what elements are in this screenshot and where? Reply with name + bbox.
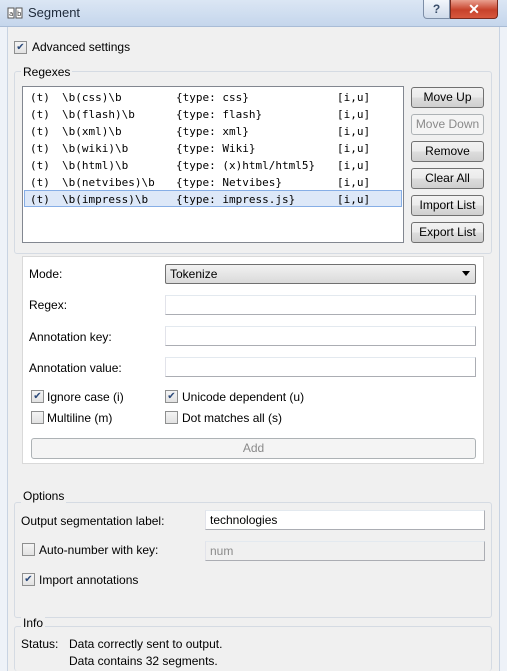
output-segmentation-label: Output segmentation label: [21,514,165,528]
multiline-checkbox[interactable] [31,411,44,424]
remove-button[interactable]: Remove [411,141,484,162]
regex-pattern: \b(netvibes)\b [62,176,155,189]
dot-matches-all-label: Dot matches all (s) [182,411,283,425]
regex-annotation: {type: css} [176,91,249,104]
svg-text:a: a [9,10,13,18]
regex-pattern: \b(flash)\b [62,108,135,121]
regex-flags: [i,u] [337,159,371,172]
title-bar[interactable]: a b Segment ? ✕ [0,0,507,27]
regex-prefix: (t) [30,142,50,155]
move-up-button[interactable]: Move Up [411,87,484,108]
regex-list[interactable]: (t) \b(css)\b {type: css} [i,u] (t) \b(f… [22,86,404,243]
status-line-2: Data contains 32 segments. [69,654,218,668]
regex-flags: [i,u] [337,91,371,104]
advanced-settings-label: Advanced settings [32,40,131,54]
export-list-button[interactable]: Export List [411,222,484,243]
regex-prefix: (t) [30,108,50,121]
add-button[interactable]: Add [31,438,476,459]
import-annotations-checkbox[interactable] [22,573,35,586]
import-list-button[interactable]: Import List [411,195,484,216]
mode-dropdown[interactable]: Tokenize [165,264,476,284]
annotation-value-label: Annotation value: [29,361,122,375]
window-title: Segment [28,5,81,20]
import-annotations-label: Import annotations [39,573,139,587]
regex-prefix: (t) [30,91,50,104]
regex-annotation: {type: flash} [176,108,263,121]
chevron-down-icon [462,271,470,276]
status-label: Status: [21,637,59,651]
regex-annotation: {type: (x)html/html5} [176,159,316,172]
regex-list-item[interactable]: (t) \b(html)\b {type: (x)html/html5} [i,… [24,157,402,174]
regex-list-item[interactable]: (t) \b(css)\b {type: css} [i,u] [24,89,402,106]
regex-pattern: \b(css)\b [62,91,122,104]
dot-matches-all-checkbox[interactable] [165,411,178,424]
regex-flags: [i,u] [337,142,371,155]
regex-prefix: (t) [30,176,50,189]
move-down-button[interactable]: Move Down [411,114,484,135]
regex-annotation: {type: xml} [176,125,249,138]
regex-flags: [i,u] [337,176,371,189]
auto-number-key-input[interactable]: num [205,541,485,561]
regex-pattern: \b(html)\b [62,159,129,172]
regex-list-item[interactable]: (t) \b(wiki)\b {type: Wiki} [i,u] [24,140,402,157]
annotation-value-input[interactable] [165,357,476,377]
regex-annotation: {type: Wiki} [176,142,256,155]
regex-annotation: {type: Netvibes} [176,176,282,189]
help-button[interactable]: ? [423,0,450,19]
mode-dropdown-value: Tokenize [170,267,218,281]
regex-pattern: \b(impress)\b [62,193,149,206]
annotation-key-label: Annotation key: [29,330,112,344]
segment-app-icon: a b [7,7,23,19]
auto-number-label: Auto-number with key: [39,543,159,557]
mode-label: Mode: [29,267,63,281]
regex-annotation: {type: impress.js} [176,193,296,206]
info-group-title: Info [21,616,46,630]
regex-pattern: \b(xml)\b [62,125,122,138]
ignore-case-checkbox[interactable] [31,390,44,403]
regex-flags: [i,u] [337,108,371,121]
segment-window: a b Segment ? ✕ Advanced settings Regexe… [0,0,507,671]
clear-all-button[interactable]: Clear All [411,168,484,189]
regex-list-item[interactable]: (t) \b(flash)\b {type: flash} [i,u] [24,106,402,123]
output-segmentation-input[interactable]: technologies [205,510,485,530]
regex-input[interactable] [165,295,476,315]
unicode-dependent-label: Unicode dependent (u) [182,390,305,404]
dialog-client-area: Advanced settings Regexes (t) \b(css)\b … [7,27,500,671]
regexes-group-title: Regexes [21,65,73,79]
regex-label: Regex: [29,298,68,312]
options-group-title: Options [21,489,67,503]
regex-list-item[interactable]: (t) \b(xml)\b {type: xml} [i,u] [24,123,402,140]
svg-text:b: b [17,10,22,18]
unicode-dependent-checkbox[interactable] [165,390,178,403]
regex-flags: [i,u] [337,125,371,138]
close-button[interactable]: ✕ [450,0,498,19]
regex-list-item[interactable]: (t) \b(netvibes)\b {type: Netvibes} [i,u… [24,174,402,191]
regex-prefix: (t) [30,125,50,138]
regex-prefix: (t) [30,159,50,172]
status-line-1: Data correctly sent to output. [69,637,223,651]
ignore-case-label: Ignore case (i) [47,390,124,404]
regex-flags: [i,u] [337,193,371,206]
regex-pattern: \b(wiki)\b [62,142,129,155]
regex-list-item-selected[interactable]: (t) \b(impress)\b {type: impress.js} [i,… [24,190,402,207]
advanced-settings-checkbox[interactable] [14,41,27,54]
auto-number-checkbox[interactable] [22,543,35,556]
multiline-label: Multiline (m) [47,411,113,425]
annotation-key-input[interactable] [165,326,476,346]
regex-prefix: (t) [30,193,50,206]
